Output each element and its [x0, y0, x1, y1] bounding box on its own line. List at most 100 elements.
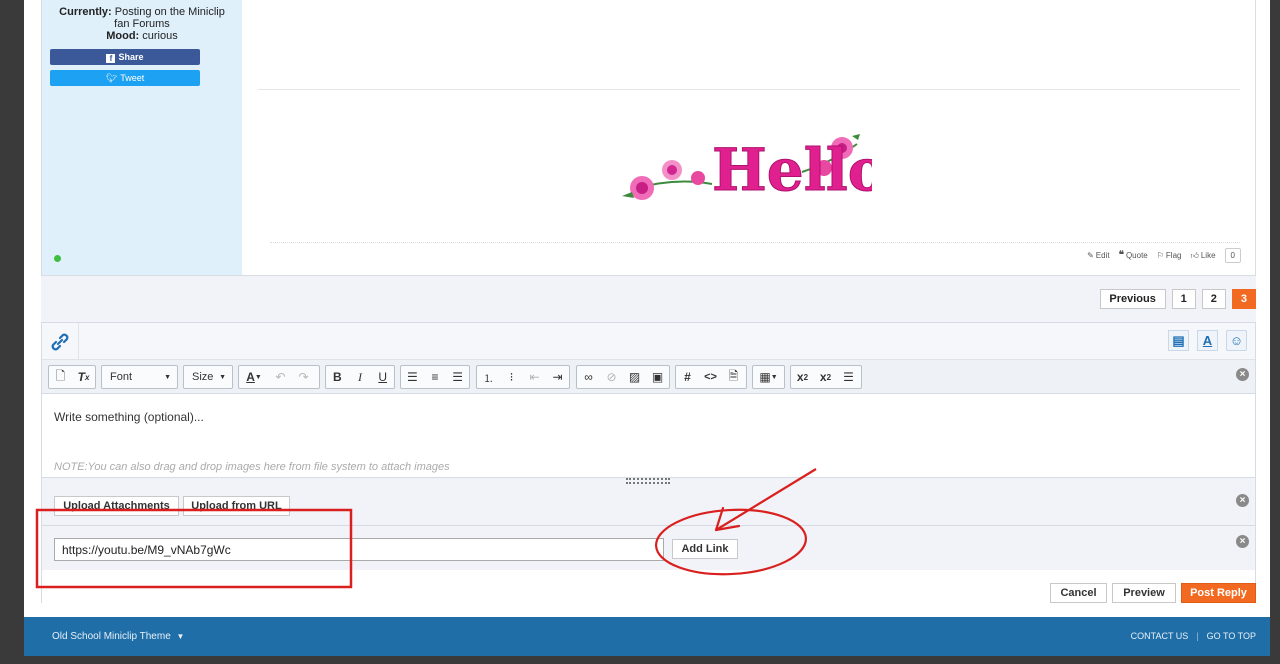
post-reply-button[interactable]: Post Reply [1181, 583, 1256, 603]
caret-down-icon: ▼ [219, 373, 226, 381]
signature-bottom-divider [270, 242, 1240, 243]
attachment-close-icon[interactable]: × [1236, 494, 1249, 507]
caret-down-icon: ▼ [164, 373, 171, 381]
window-gutter [1270, 0, 1280, 664]
source-doc-icon[interactable]: 🗋︎ [49, 366, 72, 388]
upload-attachments-button[interactable]: Upload Attachments [54, 496, 179, 516]
insert-image-icon[interactable]: ▨ [623, 366, 646, 388]
link-icon[interactable] [42, 323, 79, 360]
redo-icon[interactable]: ↷ [292, 366, 315, 388]
add-link-button[interactable]: Add Link [672, 539, 738, 559]
resize-grip[interactable] [626, 478, 670, 484]
bottom-strip [0, 656, 1280, 664]
message-placeholder: Write something (optional)... [54, 410, 204, 424]
facebook-share-button[interactable]: f Share [50, 49, 200, 65]
footer-separator: | [1196, 631, 1199, 641]
page-3-button[interactable]: 3 [1231, 289, 1256, 309]
post-actions: ✎ Edit ❝ Quote ⚐ Flag 👍︎ Like 0 [1087, 248, 1241, 263]
quote-label: Quote [1125, 251, 1148, 260]
theme-selector[interactable]: Old School Miniclip Theme ▼ [52, 631, 184, 642]
mood-value: curious [142, 30, 178, 42]
unordered-list-icon[interactable]: ⁝ [500, 366, 523, 388]
clipboard-icon[interactable]: ▤ [1168, 330, 1189, 351]
table-select[interactable]: ▦ ▼ [752, 365, 785, 389]
italic-icon[interactable]: I [349, 366, 372, 388]
unlink-icon[interactable]: ⊘ [600, 366, 623, 388]
flag-icon: ⚐ [1156, 251, 1164, 260]
attachment-row: Upload Attachments Upload from URL × [42, 486, 1255, 526]
toolbar-group-code: # <> 🗎︎ [675, 365, 747, 389]
text-color-icon[interactable]: A ▼ [239, 366, 269, 388]
message-textarea[interactable]: Write something (optional)... NOTE:You c… [42, 394, 1255, 478]
flag-action[interactable]: ⚐ Flag [1157, 251, 1182, 260]
insert-video-icon[interactable]: ▣ [646, 366, 669, 388]
undo-icon[interactable]: ↶ [269, 366, 292, 388]
align-center-icon[interactable]: ≡ [424, 366, 447, 388]
edit-label: Edit [1095, 251, 1110, 260]
ordered-list-icon[interactable]: ⒈ [477, 366, 500, 388]
like-label: Like [1200, 251, 1216, 260]
toolbar-group-doc: 🗋︎ Tx [48, 365, 96, 389]
hello-text: Hello [712, 136, 872, 204]
page-1-button[interactable]: 1 [1171, 289, 1196, 309]
caret-down-icon: ▼ [176, 632, 185, 641]
superscript-icon[interactable]: x2 [814, 366, 837, 388]
emoji-icon[interactable]: ☺ [1226, 330, 1247, 351]
like-action[interactable]: 👍︎ Like [1190, 251, 1215, 261]
size-select[interactable]: Size ▼ [183, 365, 233, 389]
preview-button[interactable]: Preview [1112, 583, 1176, 603]
insert-link-icon[interactable]: ∞ [577, 366, 600, 388]
go-to-top-link[interactable]: GO TO TOP [1207, 631, 1256, 641]
remove-format-icon[interactable]: Tx [72, 366, 95, 388]
toolbar-close-icon[interactable]: × [1236, 368, 1249, 381]
toolbar-group-list: ⒈ ⁝ ⇤ ⇥ [476, 365, 570, 389]
link-url-input[interactable] [54, 538, 664, 561]
quote-action[interactable]: ❝ Quote [1119, 250, 1148, 261]
spoiler-icon[interactable]: 🗎︎ [722, 366, 745, 388]
editor-actions: Cancel Preview Post Reply [42, 570, 1256, 603]
align-right-icon[interactable]: ☰ [446, 366, 469, 388]
like-count: 0 [1224, 248, 1241, 263]
page-content: Currently: Posting on the Miniclip fan F… [24, 0, 1270, 617]
upload-from-url-button[interactable]: Upload from URL [183, 496, 290, 516]
font-select[interactable]: Font ▼ [101, 365, 178, 389]
indent-icon[interactable]: ⇥ [546, 366, 569, 388]
subscript-icon[interactable]: x2 [791, 366, 814, 388]
align-left-icon[interactable]: ☰ [401, 366, 424, 388]
previous-page-button[interactable]: Previous [1099, 289, 1166, 309]
mood-label: Mood: [106, 30, 140, 42]
currently-value: Posting on the Miniclip [114, 6, 225, 18]
edit-action[interactable]: ✎ Edit [1087, 251, 1110, 260]
user-status: Currently: Posting on the Miniclip fan F… [42, 6, 242, 42]
horizontal-rule-icon[interactable]: ☰ [837, 366, 860, 388]
hashtag-icon[interactable]: # [676, 366, 699, 388]
site-footer: Old School Miniclip Theme ▼ CONTACT US |… [24, 617, 1270, 656]
font-select-label: Font [110, 371, 133, 383]
tweet-label: Tweet [120, 73, 145, 83]
tweet-button[interactable]: 🐦︎ Tweet [50, 70, 200, 86]
toolbar-group-insert: ∞ ⊘ ▨ ▣ [576, 365, 670, 389]
outdent-icon[interactable]: ⇤ [523, 366, 546, 388]
contact-us-link[interactable]: CONTACT US [1131, 631, 1189, 641]
flag-label: Flag [1165, 251, 1182, 260]
signature-divider [258, 89, 1240, 90]
editor-header-icons: ▤ A ☺ [1168, 330, 1247, 351]
page-2-button[interactable]: 2 [1201, 289, 1226, 309]
font-style-icon[interactable]: A [1197, 330, 1218, 351]
reply-editor: ▤ A ☺ 🗋︎ Tx Font ▼ Size ▼ A ▼ ↶ ↷ B I U … [41, 322, 1256, 603]
editor-header: ▤ A ☺ [42, 323, 1255, 360]
toolbar-group-align: ☰ ≡ ☰ [400, 365, 470, 389]
pagination-bar: Previous 1 2 3 [41, 276, 1256, 322]
twitter-icon: 🐦︎ [105, 73, 118, 83]
share-label: Share [118, 52, 144, 62]
currently-label: Currently: [59, 6, 112, 18]
facebook-icon: f [106, 54, 116, 63]
toolbar-group-script: x2 x2 ☰ [790, 365, 862, 389]
code-icon[interactable]: <> [699, 366, 722, 388]
cancel-button[interactable]: Cancel [1050, 583, 1107, 603]
hello-signature-image: Hello [622, 134, 872, 205]
link-row-close-icon[interactable]: × [1236, 535, 1249, 548]
bold-icon[interactable]: B [326, 366, 349, 388]
toolbar-group-format: B I U [325, 365, 395, 389]
underline-icon[interactable]: U [371, 366, 394, 388]
